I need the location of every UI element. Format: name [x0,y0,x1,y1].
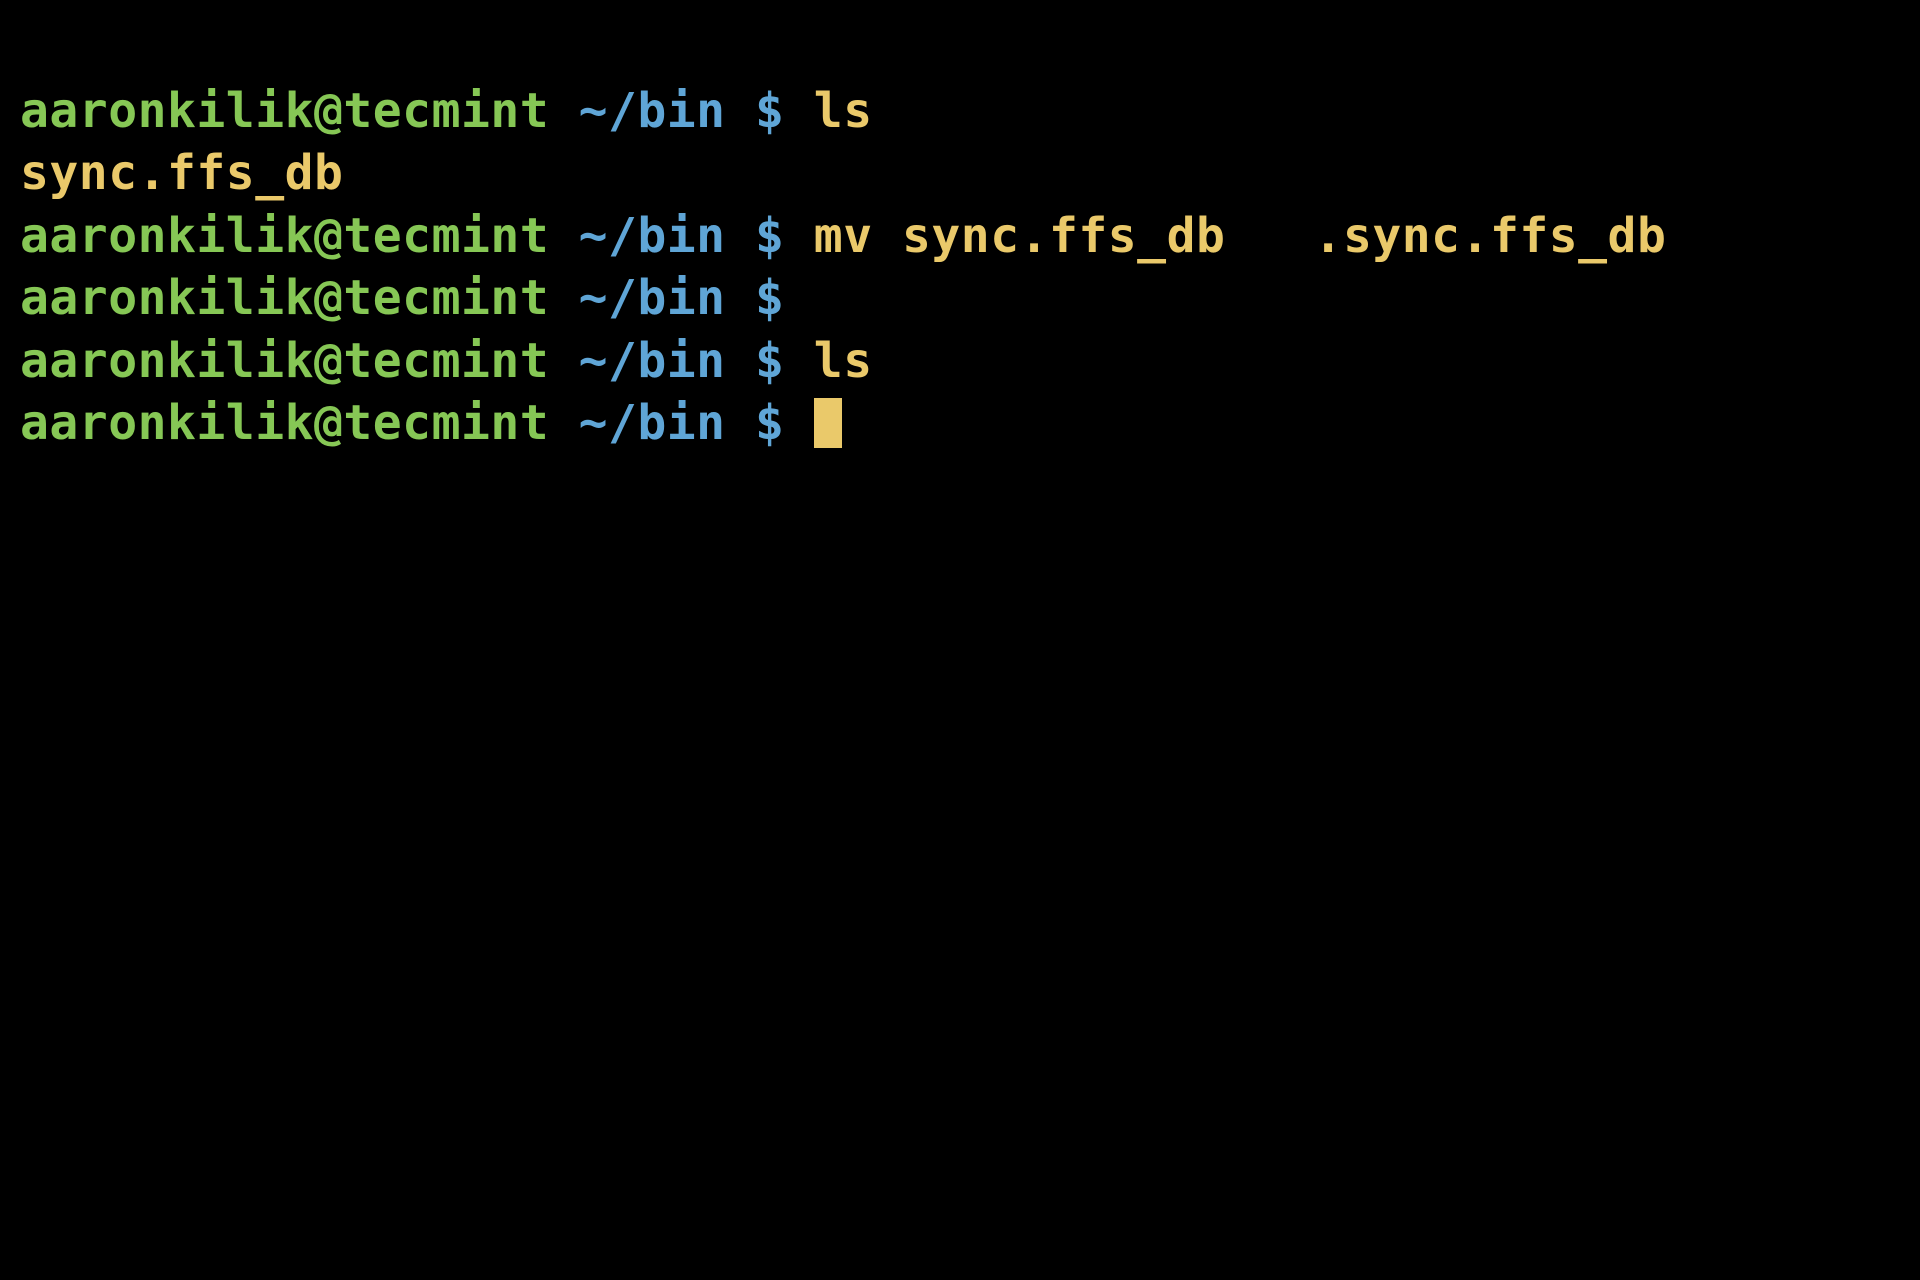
prompt-symbol: $ [755,333,784,389]
command-text: mv sync.ffs_db .sync.ffs_db [784,208,1666,264]
prompt-user-host: aaronkilik@tecmint [20,270,549,326]
command-text [784,270,813,326]
prompt-path: ~/bin [549,333,755,389]
terminal-output-line: sync.ffs_db [20,142,1900,204]
prompt-user-host: aaronkilik@tecmint [20,333,549,389]
command-text: ls [784,333,872,389]
terminal-line: aaronkilik@tecmint ~/bin $ ls [20,330,1900,392]
prompt-path: ~/bin [549,83,755,139]
terminal-line: aaronkilik@tecmint ~/bin $ ls [20,80,1900,142]
command-text [784,395,813,451]
output-text: sync.ffs_db [20,145,343,201]
command-text: ls [784,83,872,139]
prompt-symbol: $ [755,270,784,326]
prompt-symbol: $ [755,395,784,451]
prompt-symbol: $ [755,208,784,264]
cursor-block-icon [814,398,842,448]
terminal-window[interactable]: aaronkilik@tecmint ~/bin $ ls sync.ffs_d… [0,0,1920,1280]
prompt-symbol: $ [755,83,784,139]
terminal-line: aaronkilik@tecmint ~/bin $ mv sync.ffs_d… [20,205,1900,267]
prompt-user-host: aaronkilik@tecmint [20,395,549,451]
prompt-user-host: aaronkilik@tecmint [20,83,549,139]
terminal-line: aaronkilik@tecmint ~/bin $ [20,267,1900,329]
prompt-path: ~/bin [549,270,755,326]
prompt-path: ~/bin [549,208,755,264]
terminal-line: aaronkilik@tecmint ~/bin $ [20,392,1900,454]
prompt-path: ~/bin [549,395,755,451]
prompt-user-host: aaronkilik@tecmint [20,208,549,264]
